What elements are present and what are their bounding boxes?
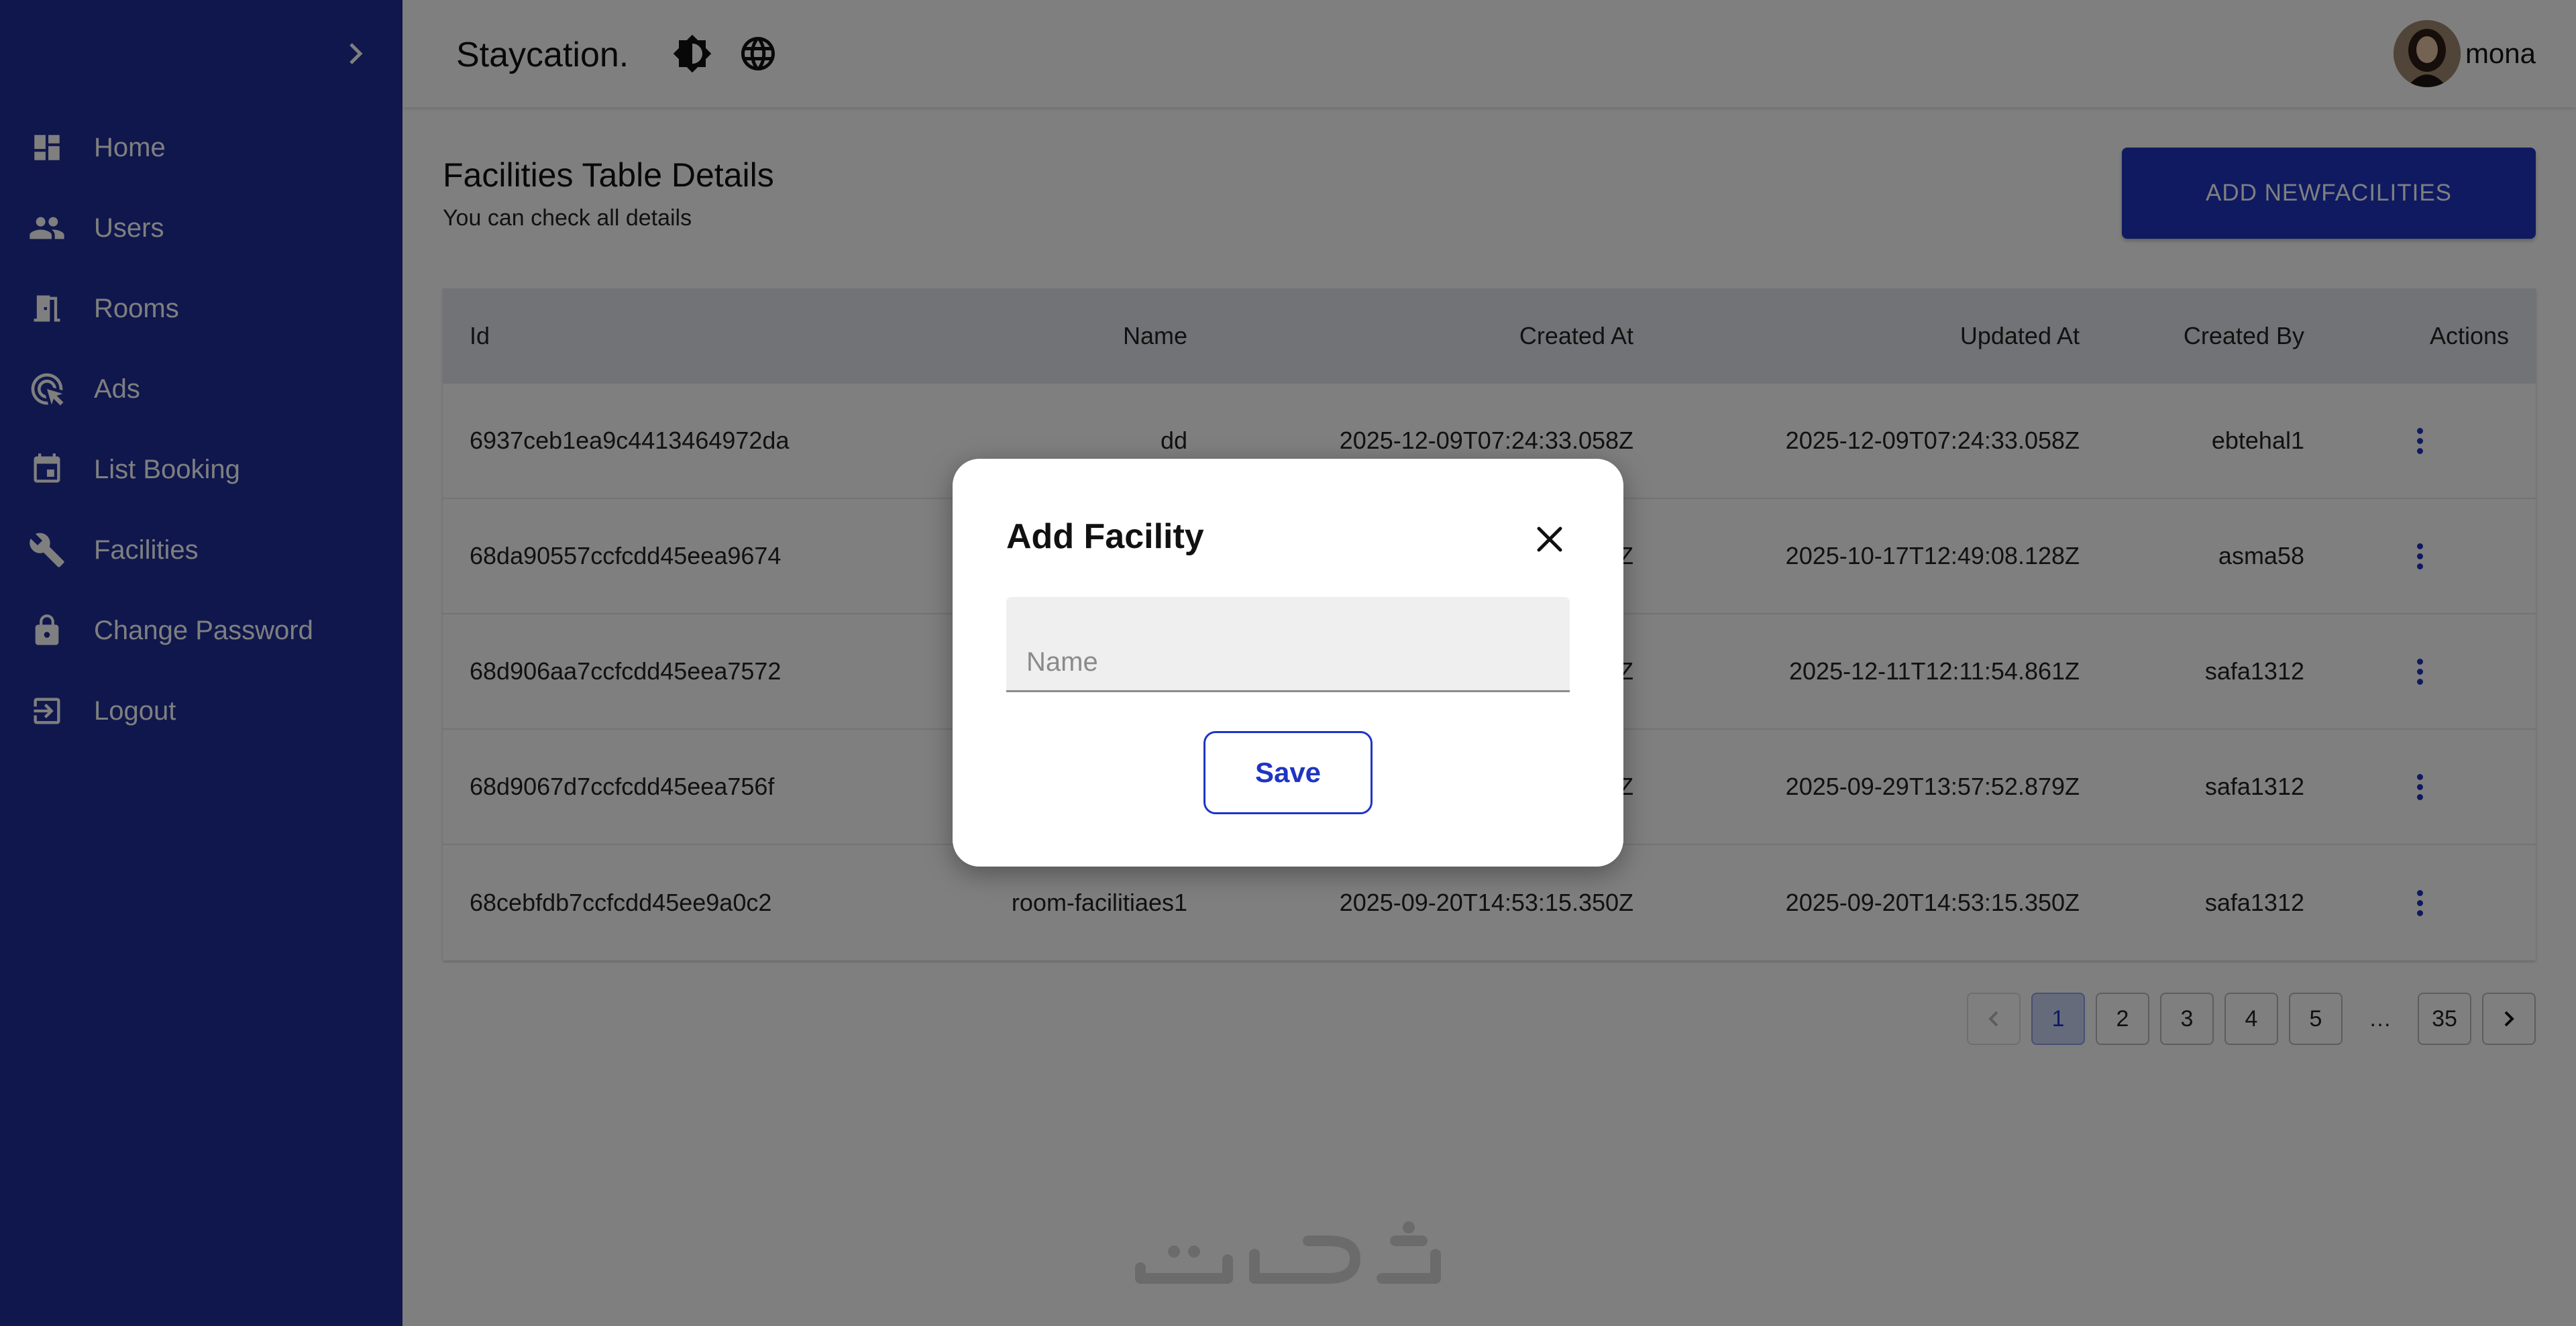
close-icon xyxy=(1537,527,1562,552)
dialog-title: Add Facility xyxy=(1006,517,1204,556)
name-field xyxy=(1006,597,1570,692)
add-facility-dialog: Add Facility Save xyxy=(953,459,1623,867)
name-input[interactable] xyxy=(1006,597,1570,690)
save-button[interactable]: Save xyxy=(1203,731,1373,814)
close-button[interactable] xyxy=(1529,519,1570,559)
